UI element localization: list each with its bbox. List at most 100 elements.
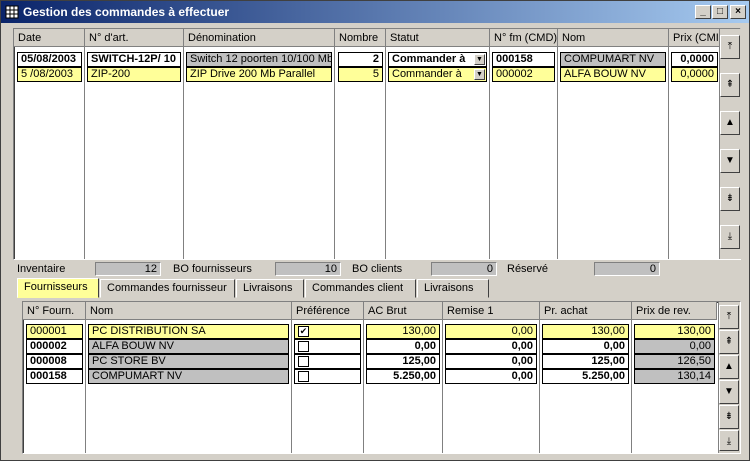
page-down-icon[interactable]: ⇟ <box>720 187 740 211</box>
order-prix[interactable]: 0,0000 <box>671 52 718 67</box>
col-prix[interactable]: Prix (CMI <box>669 29 720 47</box>
checkbox-icon[interactable] <box>298 341 309 352</box>
chevron-down-icon[interactable]: ▼ <box>474 69 485 80</box>
supplier-remise[interactable]: 0,00 <box>445 369 537 384</box>
reserve-value: 0 <box>594 262 660 276</box>
col-nombre[interactable]: Nombre <box>335 29 386 47</box>
page-up-icon[interactable]: ⇞ <box>719 330 739 354</box>
col-denomination[interactable]: Dénomination <box>184 29 335 47</box>
supplier-preference[interactable]: ✔ <box>294 324 361 339</box>
tab-commandes-client[interactable]: Commandes client <box>305 279 416 298</box>
checkbox-checked-icon[interactable]: ✔ <box>298 326 309 337</box>
bo-clients-value: 0 <box>431 262 497 276</box>
supplier-nom: ALFA BOUW NV <box>88 339 289 354</box>
order-art[interactable]: ZIP-200 <box>87 67 181 82</box>
order-nom: ALFA BOUW NV <box>560 67 666 82</box>
divider <box>334 47 335 259</box>
tab-commandes-fournisseur[interactable]: Commandes fournisseur <box>100 279 235 298</box>
col-art[interactable]: N° d'art. <box>85 29 184 47</box>
minimize-button[interactable]: _ <box>695 5 711 19</box>
col-statut[interactable]: Statut <box>386 29 490 47</box>
divider <box>442 320 443 453</box>
order-date[interactable]: 5 /08/2003 <box>17 67 82 82</box>
maximize-button[interactable]: □ <box>712 5 728 19</box>
chevron-down-icon[interactable]: ▼ <box>474 54 485 65</box>
supplier-pr-achat[interactable]: 125,00 <box>542 354 629 369</box>
supplier-nom: PC DISTRIBUTION SA <box>88 324 289 339</box>
supplier-num[interactable]: 000001 <box>26 324 83 339</box>
divider <box>363 320 364 453</box>
tab-livraisons[interactable]: Livraisons <box>236 279 304 298</box>
page-up-icon[interactable]: ⇞ <box>720 73 740 97</box>
order-prix[interactable]: 0,0000 <box>671 67 718 82</box>
order-art[interactable]: SWITCH-12P/ 10 <box>87 52 181 67</box>
divider <box>631 320 632 453</box>
order-fm[interactable]: 000158 <box>492 52 555 67</box>
supplier-pr-achat[interactable]: 130,00 <box>542 324 629 339</box>
order-denomination: Switch 12 poorten 10/100 Mbit <box>186 52 332 67</box>
divider <box>385 47 386 259</box>
supplier-num[interactable]: 000002 <box>26 339 83 354</box>
col-num-fourn[interactable]: N° Fourn. <box>23 302 86 320</box>
page-down-icon[interactable]: ⇟ <box>719 405 739 429</box>
line-down-icon[interactable]: ▼ <box>720 149 740 173</box>
col-nom[interactable]: Nom <box>558 29 669 47</box>
line-up-icon[interactable]: ▲ <box>720 111 740 135</box>
close-button[interactable]: × <box>730 5 746 19</box>
col-remise[interactable]: Remise 1 <box>443 302 540 320</box>
scroll-top-icon[interactable]: ⤒ <box>719 305 739 329</box>
supplier-ac-brut[interactable]: 0,00 <box>366 339 440 354</box>
order-nombre[interactable]: 2 <box>338 52 383 67</box>
col-pr-achat[interactable]: Pr. achat <box>540 302 632 320</box>
scroll-bottom-icon[interactable]: ⤓ <box>719 430 739 451</box>
tab-fournisseurs[interactable]: Fournisseurs <box>17 278 99 298</box>
supplier-nom: PC STORE BV <box>88 354 289 369</box>
order-nombre[interactable]: 5 <box>338 67 383 82</box>
supplier-pr-achat[interactable]: 5.250,00 <box>542 369 629 384</box>
order-statut-select[interactable]: Commander à ▼ <box>388 67 487 82</box>
order-fm[interactable]: 000002 <box>492 67 555 82</box>
line-down-icon[interactable]: ▼ <box>719 380 739 404</box>
scroll-bottom-icon[interactable]: ⤓ <box>720 225 740 249</box>
suppliers-grid[interactable]: N° Fourn. Nom Préférence AC Brut Remise … <box>22 301 741 454</box>
supplier-ac-brut[interactable]: 125,00 <box>366 354 440 369</box>
checkbox-icon[interactable] <box>298 356 309 367</box>
supplier-num[interactable]: 000158 <box>26 369 83 384</box>
supplier-remise[interactable]: 0,00 <box>445 339 537 354</box>
orders-scrollbar[interactable]: ⤒ ⇞ ▲ ▼ ⇟ ⤓ <box>719 29 741 259</box>
line-up-icon[interactable]: ▲ <box>719 355 739 379</box>
supplier-preference[interactable] <box>294 354 361 369</box>
bo-fournisseurs-value: 10 <box>275 262 341 276</box>
order-statut-select[interactable]: Commander à ▼ <box>388 52 487 67</box>
supplier-num[interactable]: 000008 <box>26 354 83 369</box>
supplier-ac-brut[interactable]: 130,00 <box>366 324 440 339</box>
col-nom[interactable]: Nom <box>86 302 292 320</box>
order-denomination: ZIP Drive 200 Mb Parallel <box>186 67 332 82</box>
supplier-remise[interactable]: 0,00 <box>445 354 537 369</box>
col-date[interactable]: Date <box>14 29 85 47</box>
supplier-preference[interactable] <box>294 339 361 354</box>
supplier-prix-rev: 0,00 <box>634 339 715 354</box>
tab-livraisons-client[interactable]: Livraisons <box>417 279 489 298</box>
divider <box>85 320 86 453</box>
title-bar[interactable]: Gestion des commandes à effectuer _ □ × <box>1 1 749 23</box>
scroll-top-icon[interactable]: ⤒ <box>720 35 740 59</box>
supplier-prix-rev: 130,00 <box>634 324 715 339</box>
divider <box>557 47 558 259</box>
col-fm[interactable]: N° fm (CMD) <box>490 29 558 47</box>
divider <box>84 47 85 259</box>
orders-grid[interactable]: Date N° d'art. Dénomination Nombre Statu… <box>13 28 741 260</box>
supplier-ac-brut[interactable]: 5.250,00 <box>366 369 440 384</box>
supplier-remise[interactable]: 0,00 <box>445 324 537 339</box>
checkbox-icon[interactable] <box>298 371 309 382</box>
supplier-pr-achat[interactable]: 0,00 <box>542 339 629 354</box>
col-preference[interactable]: Préférence <box>292 302 364 320</box>
suppliers-scrollbar[interactable]: ⤒ ⇞ ▲ ▼ ⇟ ⤓ <box>718 302 740 453</box>
col-ac-brut[interactable]: AC Brut <box>364 302 443 320</box>
inventaire-label: Inventaire <box>17 263 66 275</box>
supplier-prix-rev: 126,50 <box>634 354 715 369</box>
order-date[interactable]: 05/08/2003 <box>17 52 82 67</box>
divider <box>668 47 669 259</box>
supplier-preference[interactable] <box>294 369 361 384</box>
col-prix-rev[interactable]: Prix de rev. <box>632 302 717 320</box>
